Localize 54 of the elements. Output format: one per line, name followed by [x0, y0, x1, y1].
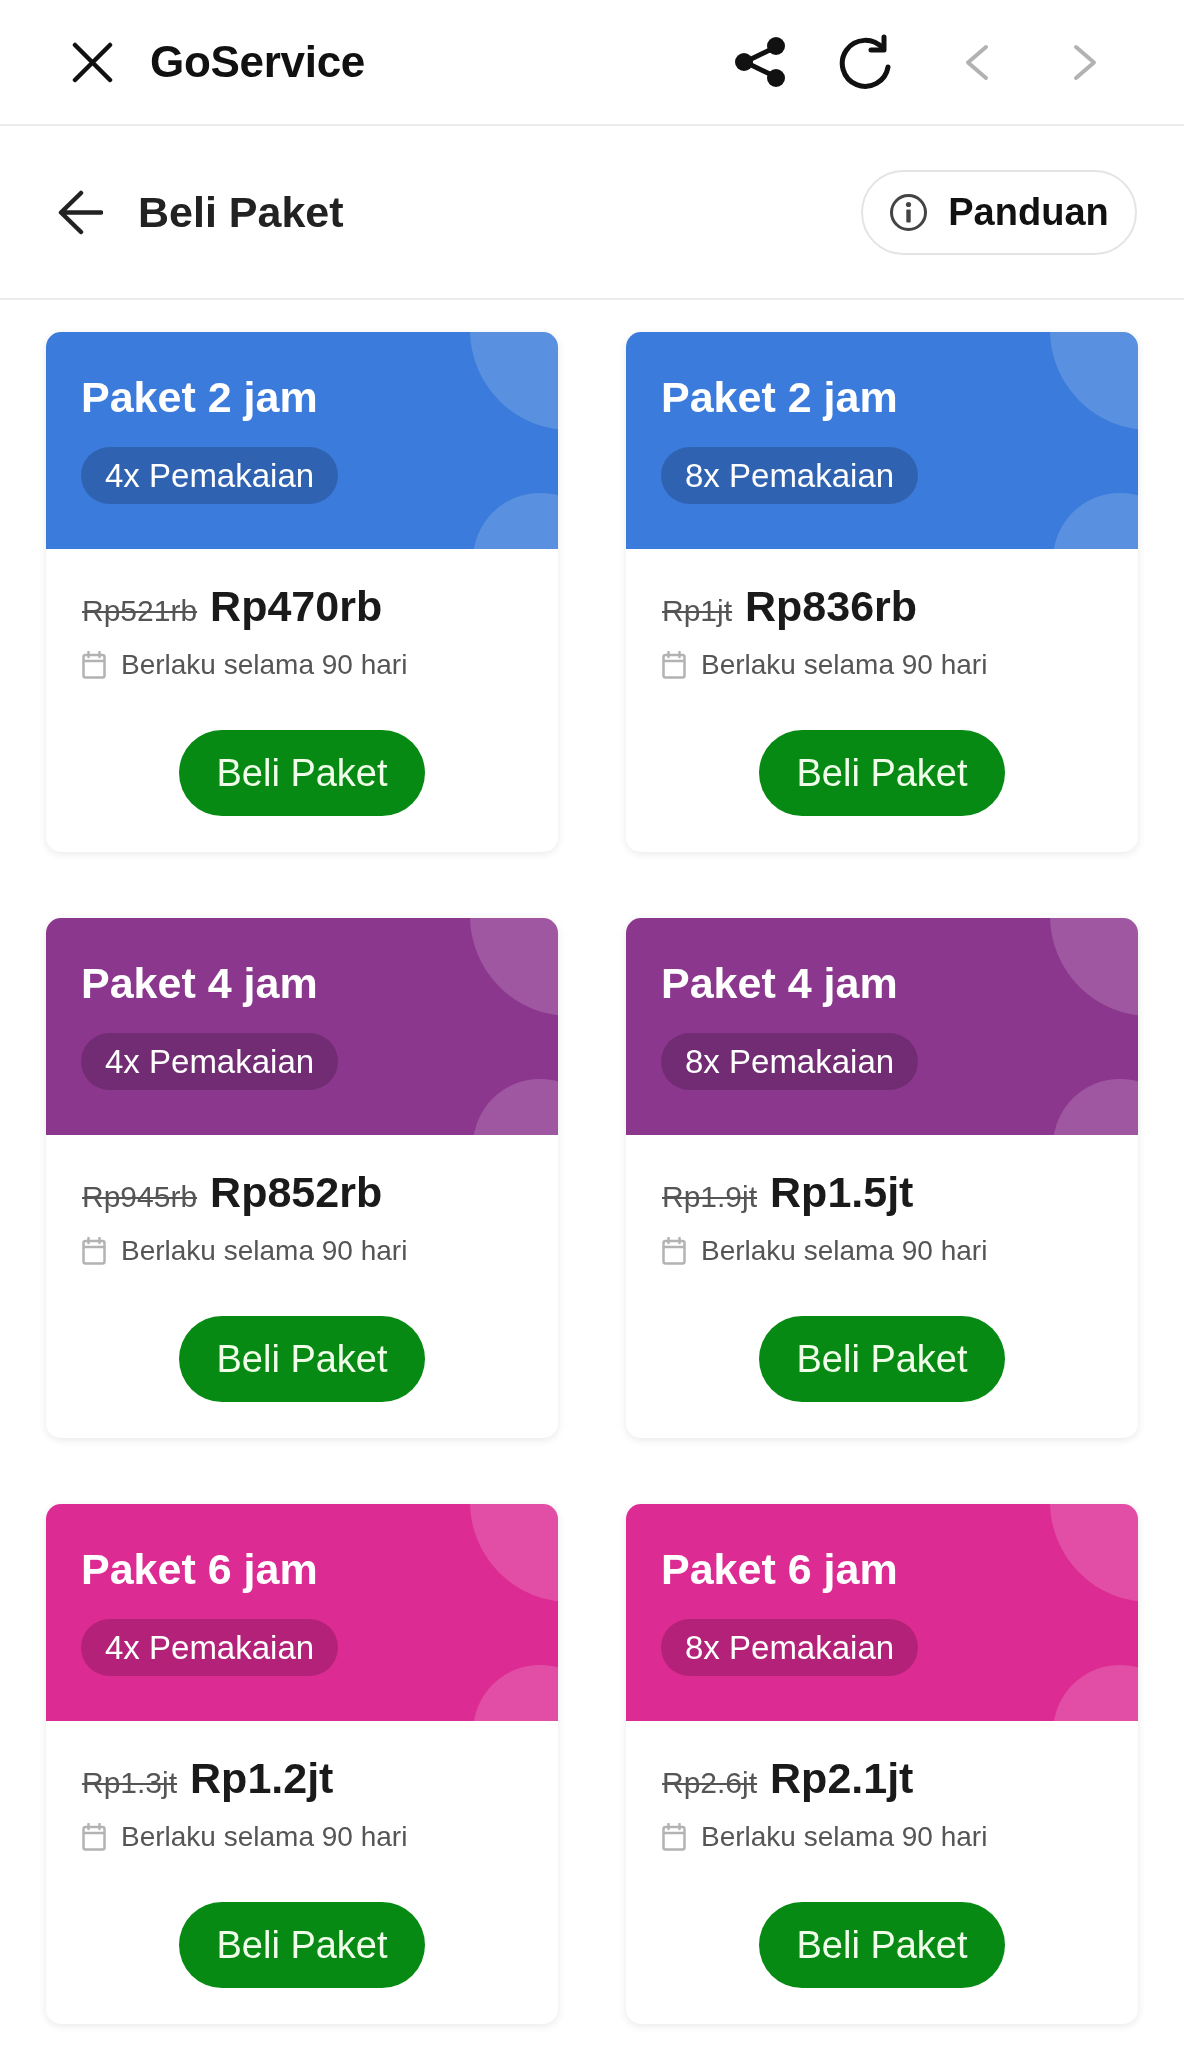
page-title: Beli Paket [138, 187, 344, 237]
calendar-icon [82, 651, 106, 679]
info-icon [889, 192, 929, 232]
package-title: Paket 2 jam [81, 372, 318, 422]
validity-text: Berlaku selama 90 hari [121, 1820, 408, 1854]
back-arrow-icon [57, 189, 103, 235]
back-button[interactable] [57, 189, 103, 235]
package-title: Paket 6 jam [661, 1544, 898, 1594]
close-button[interactable] [72, 41, 113, 83]
package-title: Paket 4 jam [81, 958, 318, 1008]
discounted-price: Rp836rb [745, 582, 918, 630]
calendar-icon [82, 1237, 106, 1265]
discounted-price: Rp2.1jt [770, 1754, 914, 1802]
discounted-price: Rp470rb [210, 582, 383, 630]
validity-text: Berlaku selama 90 hari [121, 648, 408, 682]
usage-count-badge: 8x Pemakaian [661, 1033, 919, 1090]
buy-package-button[interactable]: Beli Paket [759, 1316, 1005, 1402]
calendar-icon [662, 1237, 686, 1265]
validity-text: Berlaku selama 90 hari [701, 1820, 988, 1854]
calendar-icon [82, 1823, 106, 1851]
original-price: Rp521rb [82, 593, 198, 629]
usage-count-badge: 8x Pemakaian [661, 1619, 919, 1676]
buy-package-button[interactable]: Beli Paket [759, 1902, 1005, 1988]
guide-button[interactable]: Panduan [861, 169, 1137, 255]
original-price: Rp1.3jt [82, 1765, 178, 1801]
discounted-price: Rp1.5jt [770, 1168, 914, 1216]
package-title: Paket 4 jam [661, 958, 898, 1008]
usage-count-badge: 8x Pemakaian [661, 447, 919, 504]
share-icon [734, 37, 787, 87]
calendar-icon [662, 1823, 686, 1851]
calendar-icon [662, 651, 686, 679]
original-price: Rp1jt [662, 593, 733, 629]
usage-count-badge: 4x Pemakaian [81, 1033, 339, 1090]
buy-package-button[interactable]: Beli Paket [179, 1902, 425, 1988]
usage-count-badge: 4x Pemakaian [81, 1619, 339, 1676]
validity-text: Berlaku selama 90 hari [121, 1234, 408, 1268]
buy-package-button[interactable]: Beli Paket [759, 730, 1005, 816]
usage-count-badge: 4x Pemakaian [81, 447, 339, 504]
package-title: Paket 2 jam [661, 372, 898, 422]
original-price: Rp945rb [82, 1179, 198, 1215]
buy-package-button[interactable]: Beli Paket [179, 730, 425, 816]
validity-text: Berlaku selama 90 hari [701, 1234, 988, 1268]
share-button[interactable] [734, 37, 787, 87]
buy-package-button[interactable]: Beli Paket [179, 1316, 425, 1402]
original-price: Rp1.9jt [662, 1179, 758, 1215]
app-title: GoService [150, 37, 365, 87]
discounted-price: Rp852rb [210, 1168, 383, 1216]
close-icon [72, 41, 113, 83]
validity-text: Berlaku selama 90 hari [701, 648, 988, 682]
chevron-right-icon [1072, 43, 1099, 81]
discounted-price: Rp1.2jt [190, 1754, 334, 1802]
original-price: Rp2.6jt [662, 1765, 758, 1801]
chevron-left-icon [963, 43, 990, 81]
package-title: Paket 6 jam [81, 1544, 318, 1594]
